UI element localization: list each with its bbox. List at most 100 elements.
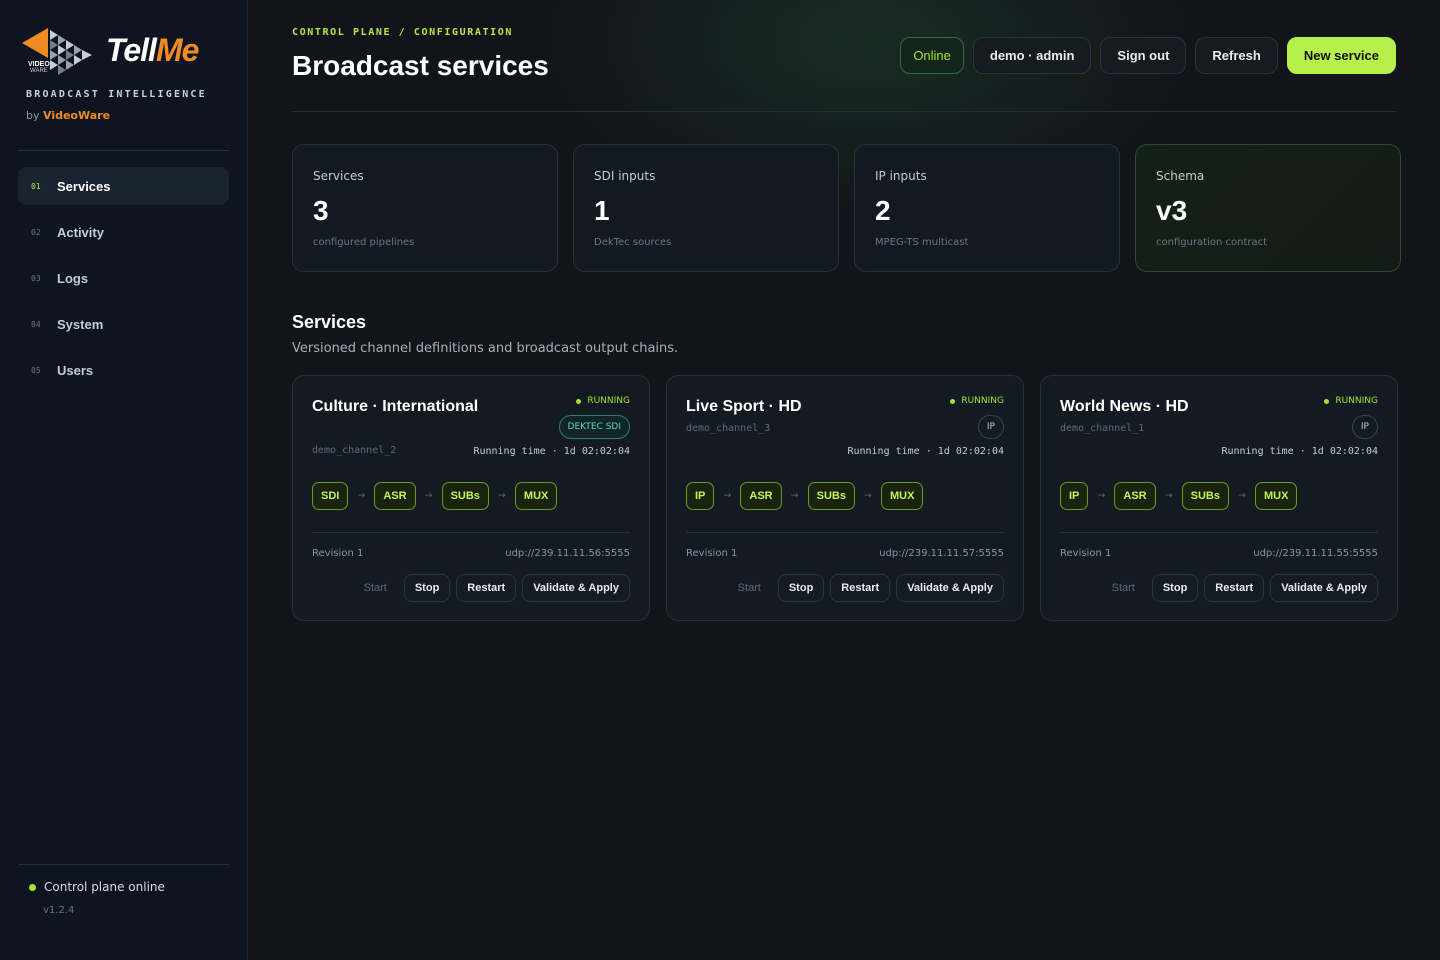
- nav-label: Activity: [57, 224, 104, 240]
- chain-arrow-icon: →: [1238, 491, 1246, 501]
- stat-value: 3: [313, 195, 329, 226]
- chain-arrow-icon: →: [790, 491, 799, 501]
- chain-step: ASR: [1114, 482, 1156, 510]
- chain-step: ASR: [740, 482, 782, 510]
- stat-card-sdi-inputs: SDI inputs 1 DekTec sources: [573, 144, 839, 272]
- service-card: Culture · International demo_channel_2 R…: [292, 375, 650, 621]
- card-divider: [686, 532, 1004, 533]
- chain-step: SUBs: [1181, 482, 1229, 510]
- nav-label: Services: [57, 178, 111, 194]
- sidebar-nav: 01 Services 02 Activity 03 Logs 04 Syste…: [18, 167, 229, 397]
- start-button[interactable]: Start: [353, 574, 398, 602]
- chain-step: SDI: [312, 482, 349, 510]
- chain-arrow-icon: →: [498, 491, 506, 501]
- restart-button[interactable]: Restart: [456, 574, 517, 602]
- nav-number: 04: [31, 319, 41, 329]
- stop-button[interactable]: Stop: [777, 574, 825, 602]
- service-revision: Revision 1: [1060, 548, 1112, 559]
- status-dot-icon: [950, 398, 956, 404]
- card-divider: [312, 532, 630, 533]
- refresh-button[interactable]: Refresh: [1195, 37, 1278, 74]
- nav-number: 03: [31, 273, 41, 283]
- stop-button[interactable]: Stop: [1151, 574, 1199, 602]
- chain-step: IP: [686, 482, 715, 510]
- service-running-time: Running time · 1d 02:02:04: [1221, 446, 1378, 457]
- new-service-button[interactable]: New service: [1286, 37, 1396, 74]
- start-button[interactable]: Start: [1101, 574, 1146, 602]
- header-actions: Online demo · admin Sign out Refresh New…: [900, 37, 1396, 74]
- sidebar-item-users[interactable]: 05 Users: [18, 351, 229, 389]
- sidebar-item-activity[interactable]: 02 Activity: [18, 213, 229, 251]
- restart-button[interactable]: Restart: [1204, 574, 1265, 602]
- header-divider: [292, 111, 1396, 112]
- chain-step: IP: [1060, 482, 1089, 510]
- status-dot-icon: [576, 398, 582, 404]
- control-plane-status-text: Control plane online: [44, 880, 165, 894]
- sidebar-divider-top: [18, 150, 229, 151]
- logo[interactable]: VIDEO WARE TellMe: [22, 26, 212, 80]
- service-card: World News · HD demo_channel_1 RUNNING I…: [1040, 375, 1398, 621]
- service-status: RUNNING: [950, 396, 1004, 406]
- chain-arrow-icon: →: [1164, 491, 1173, 501]
- user-menu-button[interactable]: demo · admin: [972, 37, 1092, 74]
- service-title: Culture · International: [312, 398, 479, 415]
- chain-step: MUX: [514, 482, 558, 510]
- chain-arrow-icon: →: [424, 491, 433, 501]
- byline-by: by: [26, 109, 40, 122]
- service-running-time: Running time · 1d 02:02:04: [473, 446, 630, 457]
- input-type-badge: IP: [977, 415, 1004, 439]
- page-title: Broadcast services: [292, 50, 549, 81]
- service-channel-id: demo_channel_2: [312, 445, 397, 456]
- main-content: CONTROL PLANE / CONFIGURATION Broadcast …: [248, 0, 1440, 960]
- validate-apply-button[interactable]: Validate & Apply: [896, 574, 1004, 602]
- stat-card-ip-inputs: IP inputs 2 MPEG-TS multicast: [854, 144, 1120, 272]
- start-button[interactable]: Start: [727, 574, 772, 602]
- brand-byline: by VideoWare: [26, 109, 110, 122]
- stat-label: Schema: [1156, 169, 1205, 183]
- service-revision: Revision 1: [312, 548, 364, 559]
- service-output-url: udp://239.11.11.55:5555: [1253, 548, 1378, 559]
- sidebar-item-system[interactable]: 04 System: [18, 305, 229, 343]
- stat-subtitle: configuration contract: [1156, 237, 1268, 248]
- byline-company: VideoWare: [43, 109, 111, 122]
- stats-row: Services 3 configured pipelines SDI inpu…: [292, 144, 1401, 272]
- sidebar-item-logs[interactable]: 03 Logs: [18, 259, 229, 297]
- service-channel-id: demo_channel_1: [1060, 423, 1145, 434]
- validate-apply-button[interactable]: Validate & Apply: [1270, 574, 1378, 602]
- processing-chain: SDI → ASR → SUBs → MUX: [312, 482, 558, 510]
- validate-apply-button[interactable]: Validate & Apply: [522, 574, 630, 602]
- stop-button[interactable]: Stop: [403, 574, 451, 602]
- service-status-text: RUNNING: [961, 396, 1004, 406]
- chain-step: ASR: [374, 482, 416, 510]
- service-title: World News · HD: [1060, 398, 1189, 415]
- sign-out-button[interactable]: Sign out: [1100, 37, 1187, 74]
- app-version: v1.2.4: [43, 905, 75, 916]
- service-channel-id: demo_channel_3: [686, 423, 771, 434]
- service-actions: Start Stop Restart Validate & Apply: [727, 574, 1004, 602]
- service-running-time: Running time · 1d 02:02:04: [847, 446, 1004, 457]
- nav-label: Logs: [57, 270, 89, 286]
- nav-number: 01: [31, 181, 41, 191]
- chain-step: MUX: [1254, 482, 1298, 510]
- chain-arrow-icon: →: [357, 491, 366, 501]
- processing-chain: IP → ASR → SUBs → MUX: [686, 482, 924, 510]
- breadcrumb: CONTROL PLANE / CONFIGURATION: [292, 27, 513, 38]
- control-plane-status: Control plane online: [29, 880, 165, 894]
- chain-arrow-icon: →: [723, 491, 732, 501]
- logo-word-tell: Tell: [106, 32, 157, 68]
- stat-label: IP inputs: [875, 169, 927, 183]
- chain-arrow-icon: →: [1097, 491, 1106, 501]
- logo-mark-text-1: VIDEO: [28, 61, 50, 68]
- status-dot-icon: [1324, 398, 1330, 404]
- stat-label: SDI inputs: [594, 169, 656, 183]
- sidebar-item-services[interactable]: 01 Services: [18, 167, 229, 205]
- card-divider: [1060, 532, 1378, 533]
- status-dot-icon: [29, 883, 36, 891]
- service-status: RUNNING: [1324, 396, 1378, 406]
- nav-number: 02: [31, 227, 41, 237]
- stat-subtitle: configured pipelines: [313, 237, 415, 248]
- nav-label: Users: [57, 362, 94, 378]
- restart-button[interactable]: Restart: [830, 574, 891, 602]
- stat-value: v3: [1156, 195, 1188, 226]
- input-type-badge: DEKTEC SDI: [558, 415, 630, 439]
